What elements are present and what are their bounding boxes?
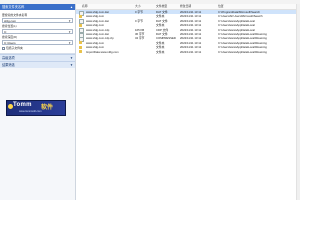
include-subfolders-checkbox[interactable] xyxy=(2,46,5,50)
depth-value: C:\Users xyxy=(4,41,16,45)
folder-icon xyxy=(79,45,82,49)
chevron-down-icon: ▼ xyxy=(70,63,73,67)
include-subfolders-label: 包括子文件夹 xyxy=(6,46,23,50)
header-date[interactable]: 修改日期 xyxy=(180,4,191,9)
folder-icon xyxy=(79,14,82,18)
search-section-header[interactable]: 搜索文件夹名称 ▲ xyxy=(0,4,75,10)
logo-text: Tomm xyxy=(13,102,32,108)
depth-label: 搜索深度(D) xyxy=(2,35,18,39)
location-label: 搜索位置(L) xyxy=(2,24,17,28)
include-subfolders-row[interactable]: 包括子文件夹 xyxy=(2,46,73,50)
search-panel: 要搜索的文件夹名称 sfdg.com ▼ 搜索位置(L) C: ▼ 搜索深度(D… xyxy=(0,10,75,54)
folder-icon xyxy=(79,50,82,54)
advanced-section-title: 高级选项 xyxy=(2,56,15,60)
header-type[interactable]: 文件类型 xyxy=(156,4,167,9)
header-name[interactable]: 名称 xyxy=(82,4,88,9)
folder-name-value: sfdg.com xyxy=(4,19,17,23)
header-location[interactable]: 位置 xyxy=(218,4,224,9)
search-section-title: 搜索文件夹名称 xyxy=(2,5,25,9)
folder-name-input[interactable]: sfdg.com ▼ xyxy=(2,18,73,23)
results-section-title: 结果筛选 xyxy=(2,63,15,67)
logo-url: www.tommsoft.com xyxy=(19,110,42,113)
watermark-logo: Tomm 软件 www.tommsoft.com xyxy=(6,100,66,116)
depth-select[interactable]: C:\Users ▼ xyxy=(2,40,73,45)
folder-icon xyxy=(79,41,82,45)
left-panel: 搜索文件夹名称 ▲ 要搜索的文件夹名称 sfdg.com ▼ 搜索位置(L) C… xyxy=(0,4,76,200)
chevron-down-icon[interactable]: ▼ xyxy=(68,30,71,35)
advanced-section-header[interactable]: 高级选项 ▼ xyxy=(0,54,75,61)
cell-name: ImportData.www.sfdg.com xyxy=(86,49,119,54)
chevron-down-icon[interactable]: ▼ xyxy=(68,41,71,46)
folder-icon xyxy=(79,23,82,27)
logo-cn-text: 软件 xyxy=(41,105,54,111)
cell-type: 文件夹 xyxy=(156,49,165,54)
table-body: www.sfdg.com.dat 0 字节 DAT 文件 2022/11/11 13:… xyxy=(76,10,300,54)
table-row[interactable]: ImportData.www.sfdg.com 文件夹 2022/11/11 13:… xyxy=(76,50,300,54)
header-size[interactable]: 大小 xyxy=(135,4,141,9)
scrollbar[interactable] xyxy=(296,4,300,200)
location-value: C: xyxy=(4,30,7,34)
folder-name-label: 要搜索的文件夹名称 xyxy=(2,13,28,17)
chevron-down-icon[interactable]: ▼ xyxy=(68,19,71,24)
results-table: 名称 大小 文件类型 修改日期 位置 www.sfdg.com.dat 0 字节 D… xyxy=(76,4,300,200)
chevron-up-icon: ▲ xyxy=(70,5,73,9)
cell-date: 2022/11/11 13:11 xyxy=(180,49,202,54)
cell-location: C:\Users\www\AppData\Local\Roaming xyxy=(218,49,267,54)
results-section-header[interactable]: 结果筛选 ▼ xyxy=(0,61,75,68)
location-select[interactable]: C: ▼ xyxy=(2,29,73,34)
